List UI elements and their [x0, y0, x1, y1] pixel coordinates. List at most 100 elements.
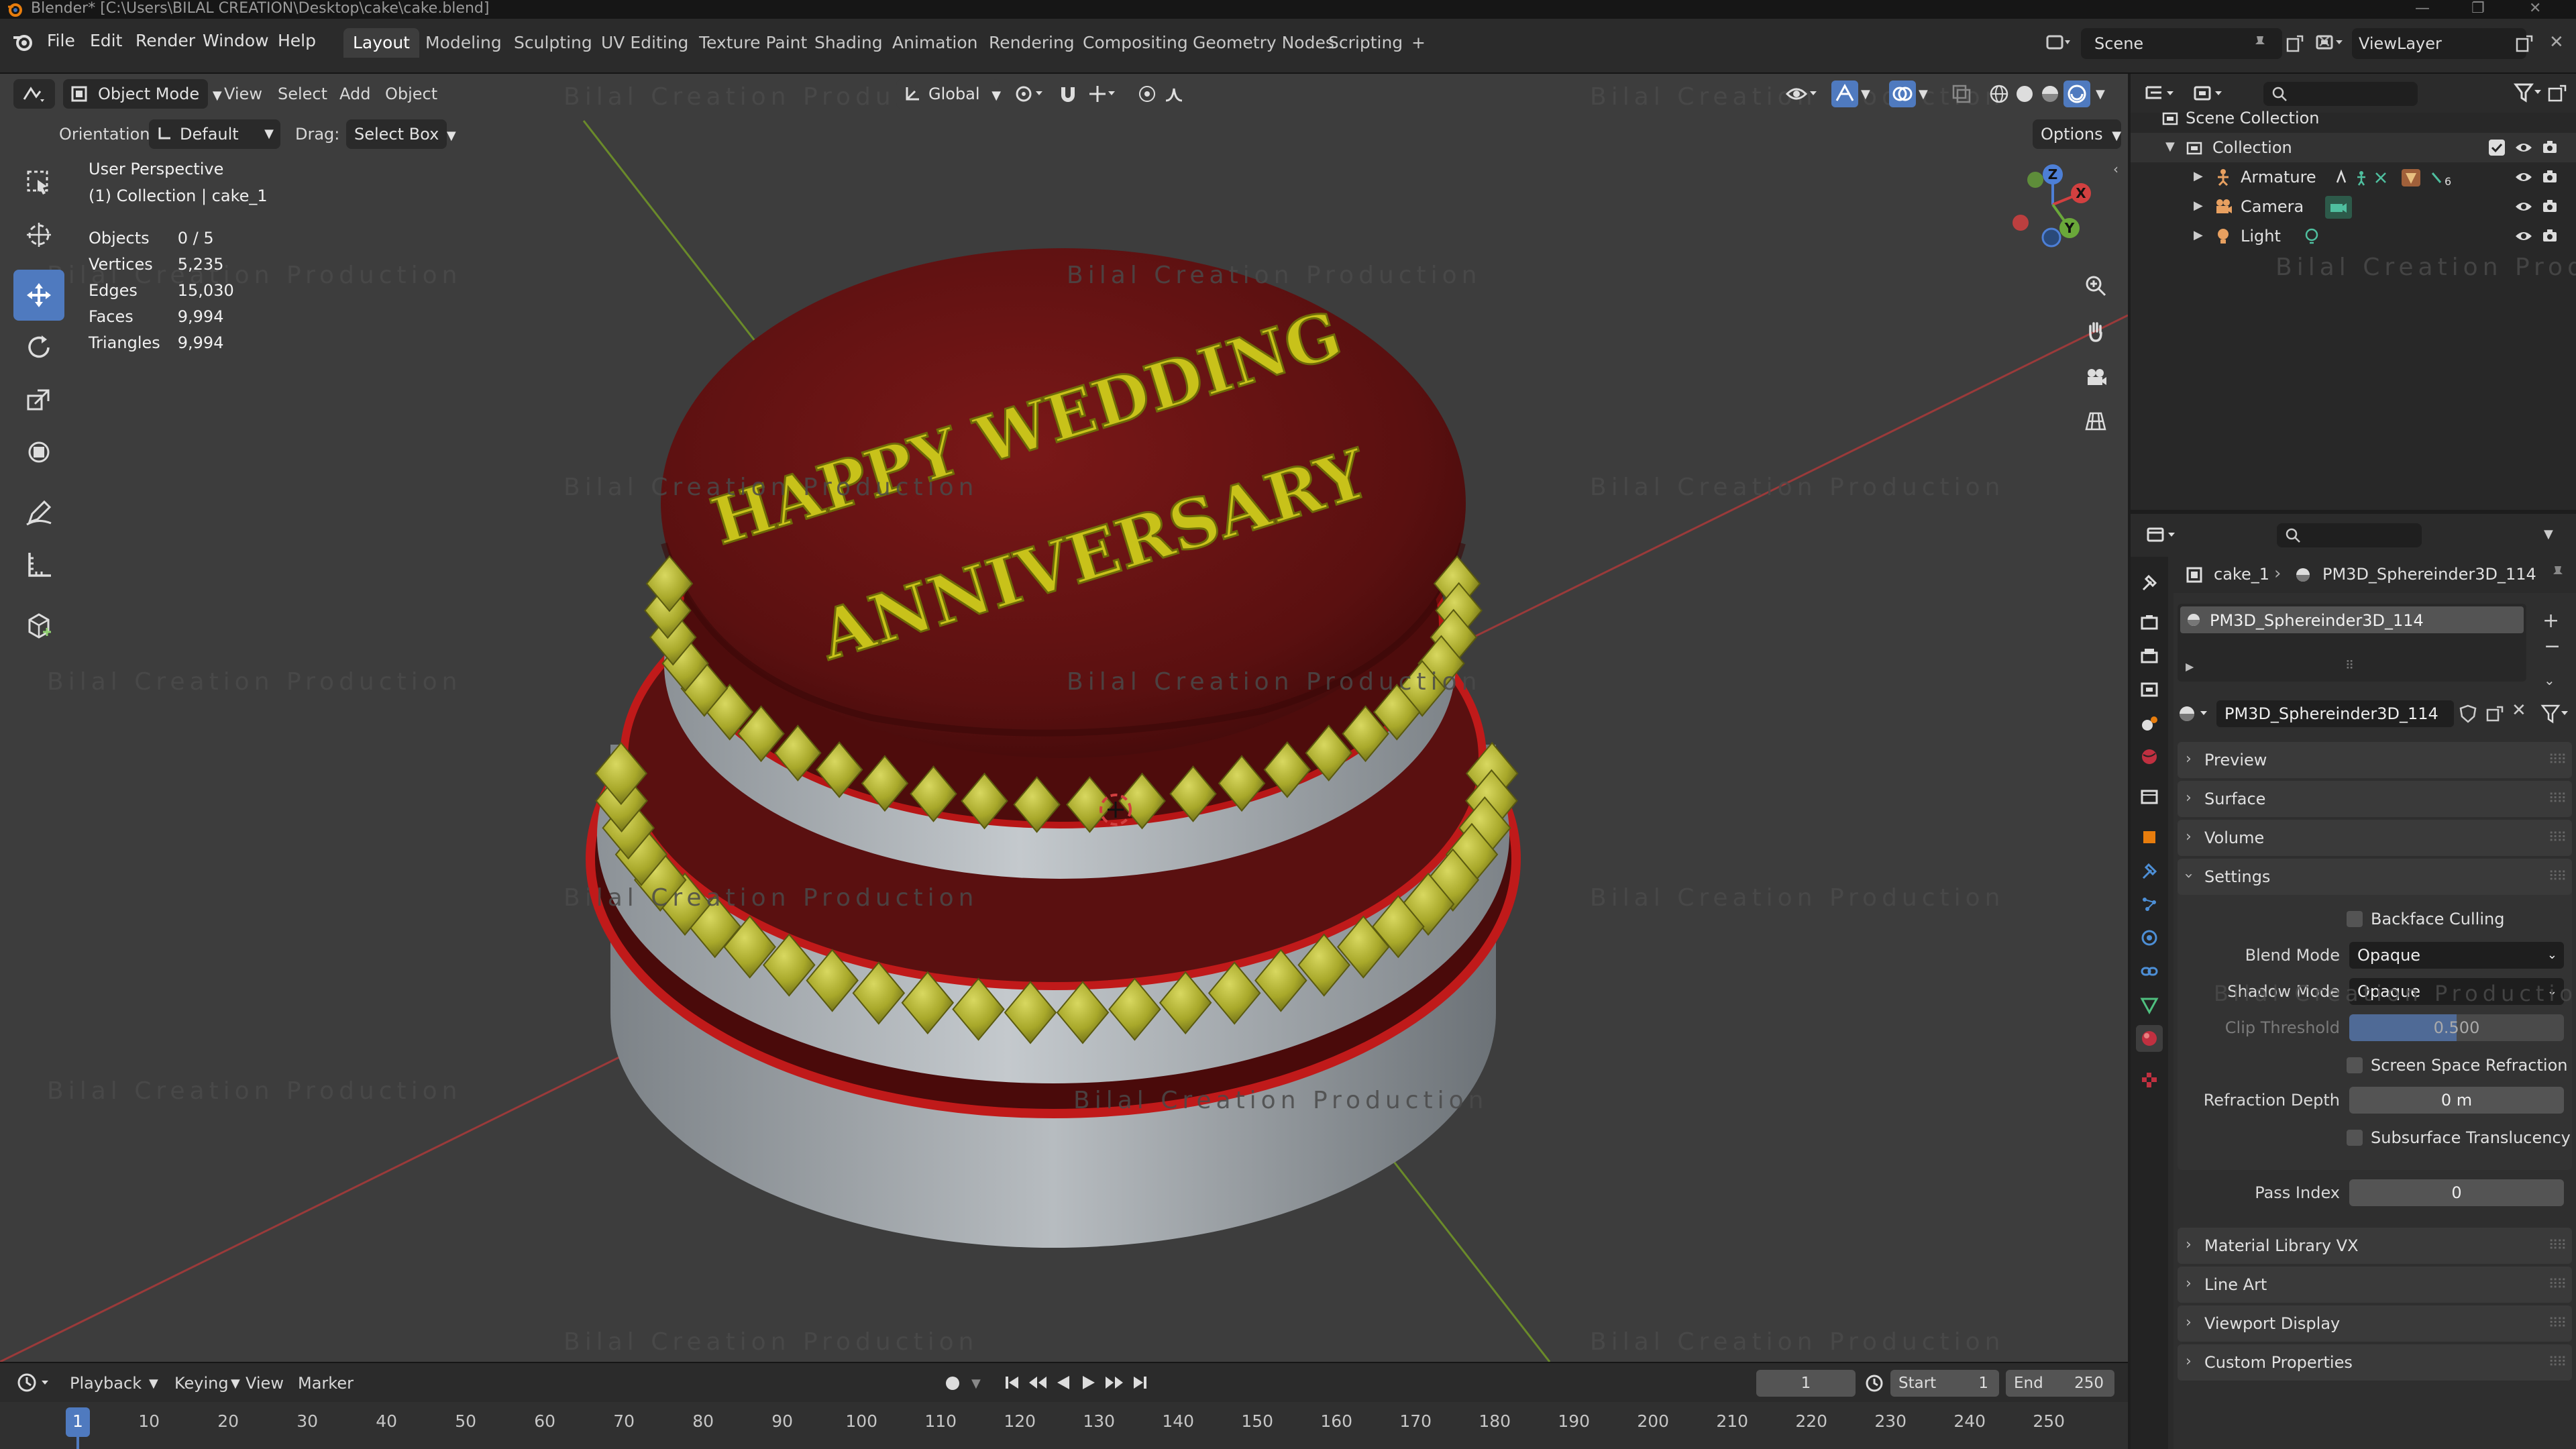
subsurface-translucency-checkbox[interactable] — [2347, 1130, 2363, 1146]
drag-handle-icon[interactable]: ⠿⠿ — [2548, 751, 2567, 767]
menu-view[interactable]: View — [224, 79, 262, 109]
xray-toggle-icon[interactable] — [1951, 83, 1972, 105]
chevron-down-icon[interactable]: ▼ — [2544, 527, 2553, 541]
tab-modeling[interactable]: Modeling — [416, 28, 511, 58]
tab-particles-icon[interactable] — [2136, 891, 2163, 918]
settings-header[interactable]: › Settings ⠿⠿ — [2178, 859, 2572, 895]
section-surface[interactable]: › Surface ⠿⠿ — [2178, 781, 2572, 817]
visibility-eye-icon[interactable] — [2514, 199, 2533, 215]
tab-output-icon[interactable] — [2136, 643, 2163, 669]
blend-mode-dropdown[interactable]: Opaque ⌄ — [2349, 942, 2564, 969]
navigation-gizmo[interactable]: Z X Y — [2006, 154, 2100, 255]
select-box-tool-icon[interactable] — [13, 157, 64, 208]
section-preview[interactable]: › Preview ⠿⠿ — [2178, 742, 2572, 778]
move-tool-icon[interactable] — [13, 270, 64, 321]
tab-texture-paint[interactable]: Texture Paint — [690, 28, 816, 58]
camera-view-icon[interactable] — [2077, 358, 2114, 396]
orientation-selector[interactable]: Default ▼ — [149, 119, 280, 149]
tab-scripting[interactable]: Scripting — [1319, 28, 1412, 58]
editor-type-icon[interactable] — [13, 79, 55, 109]
perspective-toggle-icon[interactable] — [2077, 402, 2114, 440]
pin-icon[interactable] — [2549, 565, 2567, 584]
visibility-eye-icon[interactable] — [2514, 228, 2533, 244]
annotate-tool-icon[interactable] — [13, 487, 64, 538]
outliner-row-light[interactable]: ▶ Light — [2131, 221, 2576, 251]
zoom-icon[interactable] — [2077, 267, 2114, 305]
section-material-library-vx[interactable]: › Material Library VX ⠿⠿ — [2178, 1228, 2572, 1264]
snap-target-icon[interactable] — [1087, 83, 1119, 105]
tab-layout[interactable]: Layout — [343, 28, 419, 58]
drag-handle-icon[interactable]: ⠿⠿ — [2548, 1354, 2567, 1370]
timeline-ruler[interactable]: 1 10 20 30 40 50 60 70 80 90 100 110 120 130 140 150 160… — [0, 1363, 2128, 1449]
drag-handle-icon[interactable]: ⠿⠿ — [2548, 829, 2567, 845]
properties-editor-type-icon[interactable] — [2145, 525, 2180, 546]
tab-scene-icon[interactable] — [2136, 710, 2163, 737]
menu-file[interactable]: File — [47, 31, 75, 50]
material-name-field[interactable]: PM3D_Sphereinder3D_114 — [2216, 700, 2454, 727]
slot-specials-icon[interactable]: ⌄ — [2544, 672, 2555, 688]
chevron-down-icon[interactable]: ▼ — [1861, 87, 1870, 101]
proportional-editing-icon[interactable] — [1136, 83, 1158, 105]
new-view-layer-icon[interactable] — [2514, 35, 2533, 54]
tab-compositing[interactable]: Compositing — [1073, 28, 1197, 58]
cursor-tool-icon[interactable] — [13, 209, 64, 260]
menu-object[interactable]: Object — [385, 79, 437, 109]
screen-space-refraction-checkbox[interactable] — [2347, 1057, 2363, 1073]
mode-selector[interactable]: Object Mode ▼ — [63, 79, 222, 109]
render-camera-icon[interactable] — [2541, 197, 2559, 215]
section-volume[interactable]: › Volume ⠿⠿ — [2178, 820, 2572, 856]
pivot-point-icon[interactable] — [1014, 83, 1046, 105]
transform-tool-icon[interactable] — [13, 427, 64, 478]
tab-constraints-icon[interactable] — [2136, 958, 2163, 985]
pass-index-field[interactable]: 0 — [2349, 1179, 2564, 1206]
expand-chevron-icon[interactable]: ▶ — [2194, 228, 2203, 242]
refraction-depth-field[interactable]: 0 m — [2349, 1087, 2564, 1114]
expand-list-icon[interactable]: ▶ — [2186, 660, 2194, 673]
section-custom-properties[interactable]: › Custom Properties ⠿⠿ — [2178, 1344, 2572, 1381]
drag-selector[interactable]: Select Box ▼ — [346, 119, 456, 149]
filter-icon[interactable] — [2513, 82, 2545, 105]
material-link-icon[interactable] — [2540, 703, 2572, 724]
close-icon[interactable]: ✕ — [2529, 0, 2541, 17]
new-collection-icon[interactable] — [2546, 83, 2568, 105]
falloff-icon[interactable] — [1163, 83, 1195, 105]
view-layer-icon[interactable] — [2316, 32, 2345, 54]
drag-handle-icon[interactable]: ⠿⠿ — [2548, 1237, 2567, 1253]
collection-exclude-checkbox[interactable] — [2489, 140, 2505, 156]
drag-handle-icon[interactable]: ⠿⠿ — [2548, 868, 2567, 884]
outliner-row-camera[interactable]: ▶ Camera — [2131, 192, 2576, 221]
scale-tool-icon[interactable] — [13, 374, 64, 425]
menu-render[interactable]: Render — [136, 31, 195, 50]
sidebar-toggle-icon[interactable]: ‹ — [2113, 161, 2118, 177]
unlink-material-icon[interactable]: ✕ — [2512, 700, 2526, 720]
blender-menu-icon[interactable] — [12, 31, 34, 52]
transform-orientation-selector[interactable]: Global ▼ — [896, 79, 1001, 109]
tab-object-data-icon[interactable] — [2136, 991, 2163, 1018]
menu-add[interactable]: Add — [339, 79, 370, 109]
tab-material-icon[interactable] — [2136, 1025, 2163, 1052]
pin-scene-icon[interactable] — [2251, 35, 2269, 52]
outliner-editor-type-icon[interactable] — [2144, 83, 2179, 105]
measure-tool-icon[interactable] — [13, 539, 64, 590]
fake-user-shield-icon[interactable] — [2459, 704, 2477, 723]
show-gizmo-icon[interactable] — [1831, 80, 1858, 107]
render-camera-icon[interactable] — [2541, 227, 2559, 244]
resize-grip-icon[interactable]: ⠿ — [2345, 659, 2354, 673]
section-viewport-display[interactable]: › Viewport Display ⠿⠿ — [2178, 1305, 2572, 1342]
snap-icon[interactable] — [1057, 83, 1079, 105]
options-dropdown[interactable]: Options ▼ — [2033, 119, 2121, 149]
render-camera-icon[interactable] — [2541, 138, 2559, 156]
tab-rendering[interactable]: Rendering — [979, 28, 1084, 58]
tab-modifiers-icon[interactable] — [2136, 857, 2163, 884]
section-line-art[interactable]: › Line Art ⠿⠿ — [2178, 1267, 2572, 1303]
visibility-eye-icon[interactable] — [2514, 140, 2533, 156]
expand-chevron-icon[interactable]: ▶ — [2194, 169, 2203, 183]
tab-tool-icon[interactable] — [2136, 569, 2163, 596]
add-cube-tool-icon[interactable] — [13, 600, 64, 651]
visibility-eye-icon[interactable] — [2514, 169, 2533, 185]
properties-search-input[interactable] — [2277, 523, 2422, 547]
add-workspace-button[interactable]: + — [1402, 28, 1435, 58]
tab-object-icon[interactable] — [2136, 824, 2163, 851]
menu-select[interactable]: Select — [278, 79, 327, 109]
clip-threshold-slider[interactable]: 0.500 — [2349, 1014, 2564, 1041]
